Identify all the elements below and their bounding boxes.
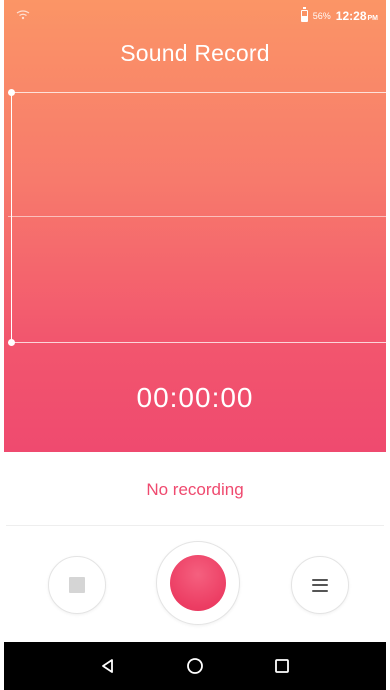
stop-button[interactable] xyxy=(48,556,106,614)
navigation-bar xyxy=(4,642,386,690)
recents-square-icon xyxy=(275,659,290,673)
recording-timer: 00:00:00 xyxy=(136,382,254,413)
recording-status: No recording xyxy=(146,480,244,499)
recordings-list-button[interactable] xyxy=(291,556,349,614)
divider xyxy=(6,525,384,526)
status-bar: 56% 12:28PM xyxy=(4,0,386,32)
clock-ampm: PM xyxy=(367,15,379,22)
list-icon xyxy=(312,578,328,592)
back-triangle-icon xyxy=(101,659,113,673)
waveform-center-line xyxy=(8,216,386,217)
clock-time: 12:28 xyxy=(335,9,367,23)
waveform-top-line xyxy=(8,92,386,93)
back-button[interactable] xyxy=(96,654,120,678)
record-icon xyxy=(170,555,226,611)
waveform-bottom-line xyxy=(8,342,386,343)
playhead-bottom-handle[interactable] xyxy=(8,339,15,346)
clock: 12:28PM xyxy=(336,9,378,23)
record-button[interactable] xyxy=(156,541,240,625)
app-title: Sound Record xyxy=(120,40,270,66)
playhead[interactable] xyxy=(11,92,12,343)
recorder-controls xyxy=(0,540,390,640)
battery-icon xyxy=(300,7,308,22)
waveform-area xyxy=(8,89,386,346)
recorder-panel: 56% 12:28PM Sound Record 00:00:00 xyxy=(4,0,386,452)
battery-percent: 56% xyxy=(312,11,331,21)
status-right-group: 56% 12:28PM xyxy=(300,7,378,23)
recents-button[interactable] xyxy=(270,654,294,678)
home-button[interactable] xyxy=(183,654,207,678)
notification-icon xyxy=(16,10,30,20)
playhead-top-handle[interactable] xyxy=(8,89,15,96)
phone-screen: 56% 12:28PM Sound Record 00:00:00 No rec… xyxy=(0,0,390,690)
home-circle-icon xyxy=(187,658,203,674)
stop-icon xyxy=(69,577,85,593)
